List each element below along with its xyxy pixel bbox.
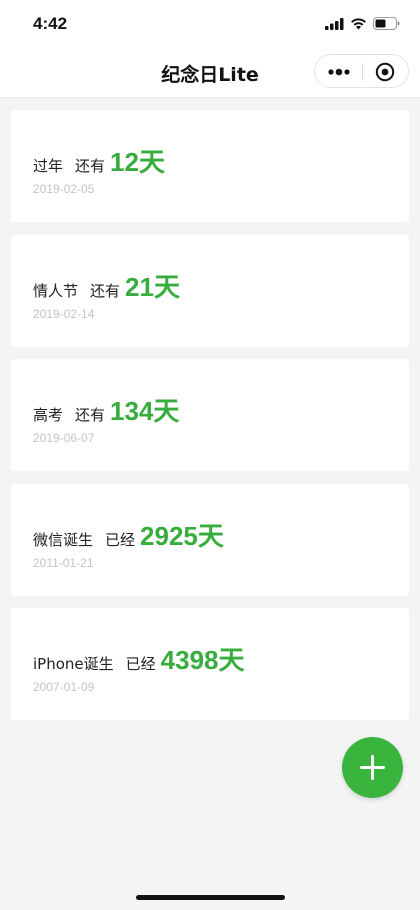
event-name: 过年 xyxy=(33,157,64,175)
event-days-unit: 天 xyxy=(153,397,180,427)
event-summary: 情人节 还有 21 天 xyxy=(33,267,180,304)
event-card[interactable]: iPhone诞生 已经 4398 天 2007-01-09 xyxy=(11,608,409,720)
navigation-bar: 纪念日Lite xyxy=(0,50,420,98)
event-summary: 过年 还有 12 天 xyxy=(33,142,165,179)
event-verb: 还有 xyxy=(90,281,121,300)
event-days: 12 xyxy=(110,147,139,177)
event-date: 2019-02-05 xyxy=(33,182,95,196)
event-card[interactable]: 过年 还有 12 天 2019-02-05 xyxy=(11,110,409,222)
wifi-icon xyxy=(351,17,366,29)
event-card[interactable]: 微信诞生 已经 2925 天 2011-01-21 xyxy=(11,483,409,596)
home-indicator xyxy=(136,895,285,900)
event-verb: 还有 xyxy=(75,157,106,175)
event-days-unit: 天 xyxy=(153,272,180,303)
event-card[interactable]: 高考 还有 134 天 2019-06-07 xyxy=(11,359,409,471)
battery-icon xyxy=(373,17,400,30)
event-days: 4398 xyxy=(160,645,219,675)
event-date: 2007-01-09 xyxy=(33,680,95,694)
event-days-unit: 天 xyxy=(138,148,165,178)
event-date: 2019-06-07 xyxy=(33,431,95,445)
status-time: 4:42 xyxy=(33,14,68,33)
event-name: iPhone诞生 xyxy=(33,655,114,673)
event-name: 微信诞生 xyxy=(33,530,94,549)
signal-icon xyxy=(325,17,344,30)
event-days: 134 xyxy=(110,396,154,426)
status-icons xyxy=(325,17,400,30)
event-card[interactable]: 情人节 还有 21 天 2019-02-14 xyxy=(11,234,409,347)
event-name: 情人节 xyxy=(33,281,79,300)
target-circle-icon[interactable] xyxy=(375,62,395,82)
add-event-button[interactable] xyxy=(342,737,403,798)
event-verb: 还有 xyxy=(75,406,106,424)
event-days: 2925 xyxy=(140,520,198,551)
capsule-divider xyxy=(362,63,363,81)
more-dots-icon[interactable] xyxy=(328,68,350,76)
event-date: 2011-01-21 xyxy=(33,555,94,570)
event-list: 过年 还有 12 天 2019-02-05 情人节 还有 21 天 2019-02-… xyxy=(11,110,409,733)
event-summary: iPhone诞生 已经 4398 天 xyxy=(33,640,245,677)
event-summary: 高考 还有 134 天 xyxy=(33,391,179,428)
event-days: 21 xyxy=(125,271,154,302)
plus-icon xyxy=(360,755,385,780)
menu-capsule xyxy=(314,54,409,88)
event-summary: 微信诞生 已经 2925 天 xyxy=(33,516,224,553)
status-bar: 4:42 xyxy=(0,0,420,50)
event-days-unit: 天 xyxy=(218,646,245,676)
event-name: 高考 xyxy=(33,406,64,424)
event-date: 2019-02-14 xyxy=(33,306,95,321)
event-verb: 已经 xyxy=(105,530,136,549)
event-verb: 已经 xyxy=(125,655,156,673)
event-days-unit: 天 xyxy=(197,521,224,552)
